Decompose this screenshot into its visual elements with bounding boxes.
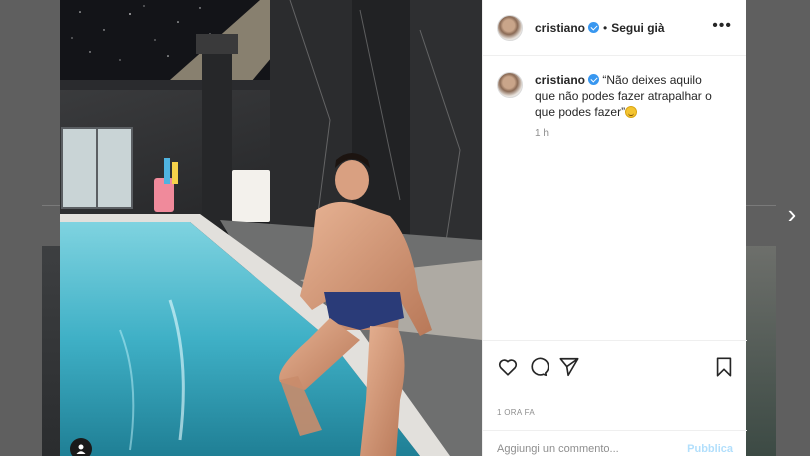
post-modal: cristiano • Segui già ••• cristiano “Não… [60, 0, 747, 456]
next-post-arrow-icon[interactable]: › [780, 200, 804, 228]
post-caption: cristiano “Não deixes aquilo que não pod… [483, 56, 746, 120]
header-separator: • [603, 20, 608, 35]
post-header: cristiano • Segui già ••• [483, 0, 746, 56]
post-sidebar: cristiano • Segui già ••• cristiano “Não… [482, 0, 747, 456]
caption-username[interactable]: cristiano [535, 73, 585, 87]
comment-bar: Pubblica [483, 430, 747, 456]
caption-timestamp[interactable]: 1 h [535, 128, 549, 139]
smile-emoji-icon [625, 106, 638, 118]
caption-body: cristiano “Não deixes aquilo que não pod… [535, 72, 725, 120]
background-divider-right [746, 205, 776, 206]
comment-input[interactable] [497, 432, 688, 455]
background-post-thumbnail-left [42, 246, 60, 456]
caption-avatar[interactable] [497, 72, 523, 98]
heart-icon[interactable] [497, 356, 519, 378]
speech-bubble-icon[interactable] [527, 356, 549, 378]
actions-divider [483, 340, 747, 341]
following-button[interactable]: Segui già [611, 21, 664, 35]
verified-badge-icon [588, 22, 600, 33]
background-divider-left [42, 205, 60, 206]
post-date[interactable]: 1 ORA FA [497, 408, 535, 417]
publish-button[interactable]: Pubblica [687, 433, 733, 455]
paper-plane-icon[interactable] [558, 356, 580, 378]
ellipsis-icon[interactable]: ••• [712, 18, 732, 34]
pool-photo-illustration [60, 0, 482, 456]
post-actions [497, 356, 733, 380]
avatar[interactable] [497, 14, 523, 41]
bookmark-icon[interactable] [713, 356, 735, 378]
background-post-thumbnail-right [746, 246, 776, 456]
post-photo[interactable] [60, 0, 482, 456]
user-tag-icon[interactable] [70, 438, 92, 456]
header-username[interactable]: cristiano [535, 21, 585, 35]
caption-verified-badge-icon [588, 74, 600, 85]
